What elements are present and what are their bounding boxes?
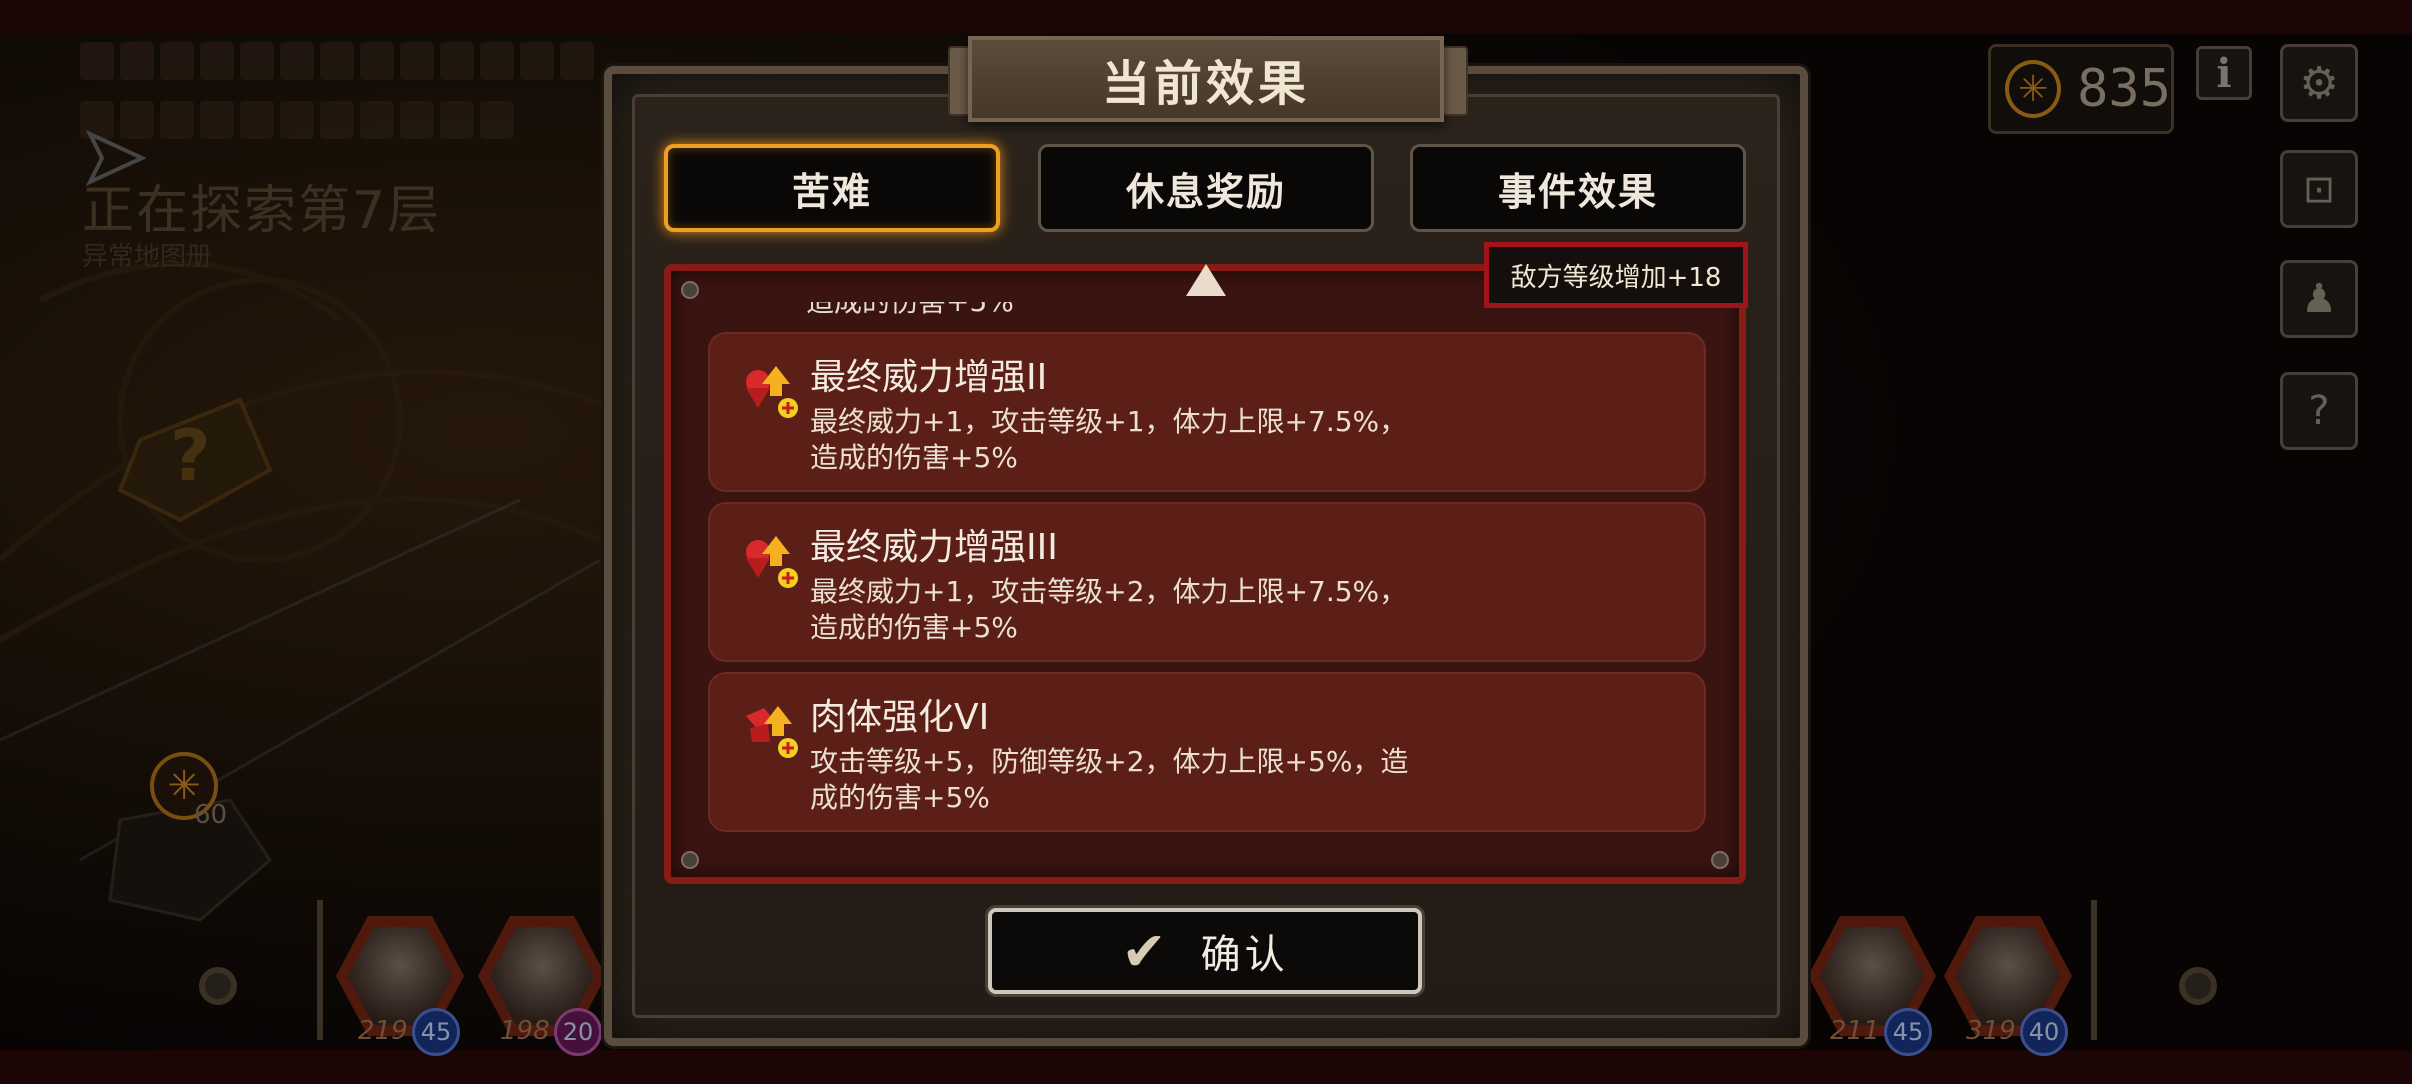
power-up-icon [746,536,798,588]
power-up-icon [746,366,798,418]
enemy-level-tooltip: 敌方等级增加+18 [1484,242,1748,308]
effect-description: 攻击等级+5，防御等级+2，体力上限+5%，造 成的伤害+5% [810,745,1409,814]
effect-card[interactable]: 肉体强化VI 攻击等级+5，防御等级+2，体力上限+5%，造 成的伤害+5% [708,672,1706,832]
tab-event-effect[interactable]: 事件效果 [1410,144,1746,232]
effect-name: 肉体强化VI [810,697,990,738]
scroll-up-arrow-icon[interactable] [1186,264,1226,296]
title-plate-cap-right [1442,46,1468,116]
effect-name: 最终威力增强II [810,357,1048,398]
effect-card[interactable]: 最终威力增强II 最终威力+1，攻击等级+1，体力上限+7.5%， 造成的伤害+… [708,332,1706,492]
effect-description: 最终威力+1，攻击等级+1，体力上限+7.5%， 造成的伤害+5% [810,405,1408,474]
dialog-title-plate: 当前效果 [968,36,1444,122]
confirm-label: 确认 [1200,932,1289,978]
check-icon: ✔ [1121,919,1167,983]
body-up-icon [746,706,798,758]
effect-description: 最终威力+1，攻击等级+2，体力上限+7.5%， 造成的伤害+5% [810,575,1408,644]
confirm-button[interactable]: ✔ 确认 [988,908,1422,994]
tab-hardship[interactable]: 苦难 [664,144,1000,232]
tab-rest-reward[interactable]: 休息奖励 [1038,144,1374,232]
dialog-title: 当前效果 [1101,56,1310,112]
effect-name: 最终威力增强III [810,527,1058,568]
effect-card[interactable]: 最终威力增强III 最终威力+1，攻击等级+2，体力上限+7.5%， 造成的伤害… [708,502,1706,662]
